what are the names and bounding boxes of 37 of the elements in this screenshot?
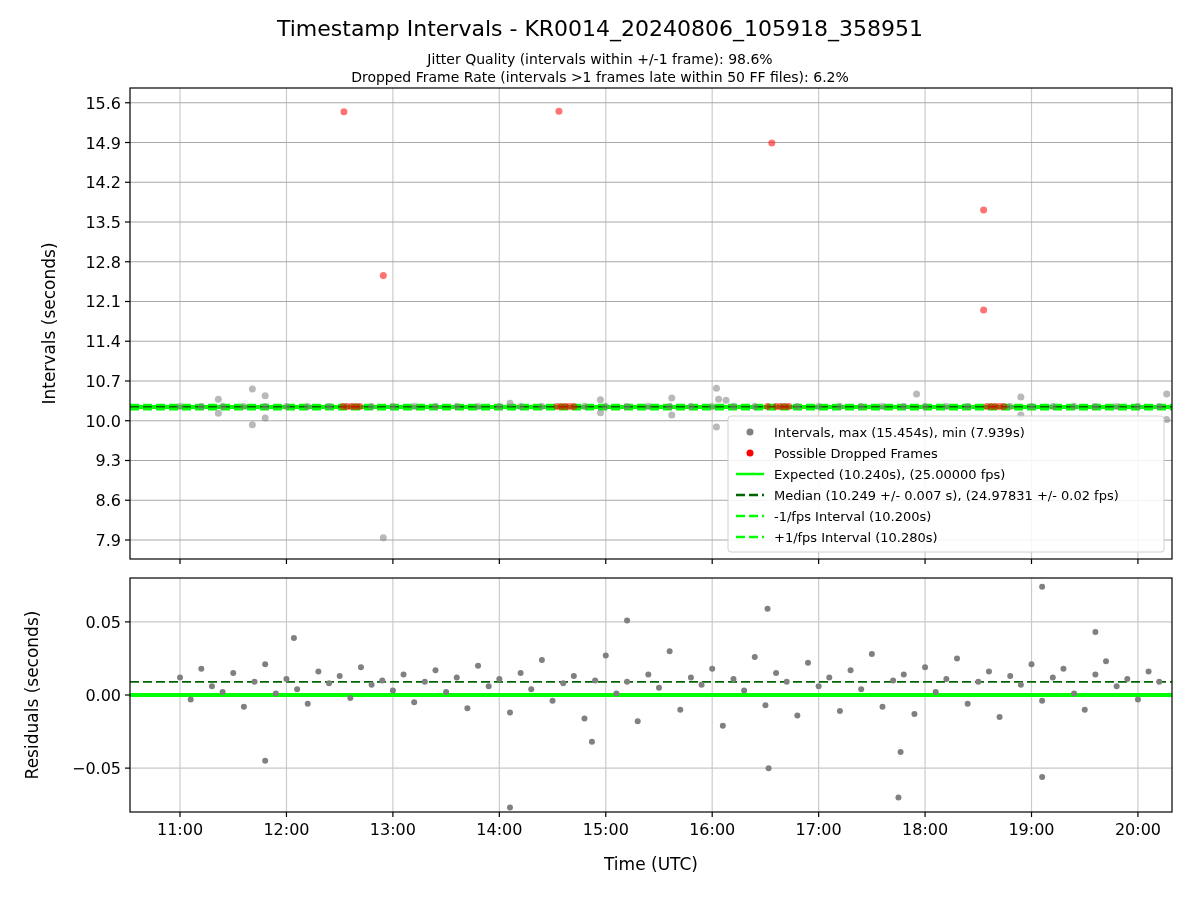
- y-tick-label: 15.6: [85, 93, 121, 113]
- chart-subtitle: Dropped Frame Rate (intervals >1 frames late within 50 FF files): 6.2%: [351, 69, 849, 85]
- y-tick-label: −0.05: [71, 759, 121, 779]
- y-tick-label: 12.1: [85, 292, 121, 312]
- y-tick-label: 14.2: [85, 173, 121, 193]
- x-tick-label: 17:00: [795, 820, 842, 839]
- x-tick-label: 20:00: [1114, 820, 1161, 839]
- legend-label: -1/fps Interval (10.200s): [774, 509, 932, 524]
- legend-label: Expected (10.240s), (25.00000 fps): [774, 467, 1006, 482]
- y-tick-label: 10.7: [85, 372, 121, 391]
- y-tick-label: 9.3: [95, 451, 121, 471]
- x-tick-label: 15:00: [582, 820, 629, 839]
- y-axis-label: Residuals (seconds): [22, 610, 42, 780]
- x-tick-label: 11:00: [156, 820, 204, 839]
- y-tick-label: 12.8: [85, 252, 121, 272]
- legend-label: Median (10.249 +/- 0.007 s), (24.97831 +/- 0.02 fps): [774, 488, 1119, 503]
- figure-title: Timestamp Intervals - KR0014_20240806_105918_358951: [276, 16, 924, 41]
- x-tick-label: 16:00: [689, 820, 736, 839]
- x-tick-label: 18:00: [902, 820, 949, 839]
- y-tick-label: 14.9: [85, 133, 121, 153]
- y-tick-label: 13.5: [85, 213, 121, 232]
- y-tick-label: 10.0: [85, 411, 121, 431]
- x-tick-label: 13:00: [369, 820, 416, 839]
- y-axis-label: Intervals (seconds): [39, 242, 59, 405]
- y-tick-label: 8.6: [95, 491, 121, 511]
- x-tick-label: 12:00: [263, 820, 310, 839]
- legend-label: Possible Dropped Frames: [774, 446, 938, 461]
- legend-label: Intervals, max (15.454s), min (7.939s): [774, 425, 1025, 440]
- y-tick-label: 7.9: [95, 531, 121, 550]
- y-tick-label: 0.00: [85, 686, 121, 705]
- x-tick-label: 19:00: [1008, 820, 1055, 839]
- legend-label: +1/fps Interval (10.280s): [774, 530, 938, 545]
- x-axis-label: Time (UTC): [604, 854, 698, 874]
- y-tick-label: 11.4: [85, 332, 121, 352]
- chart-subtitle: Jitter Quality (intervals within +/-1 frame): 98.6%: [427, 51, 773, 67]
- y-tick-label: 0.05: [85, 612, 121, 632]
- x-tick-label: 14:00: [476, 820, 523, 839]
